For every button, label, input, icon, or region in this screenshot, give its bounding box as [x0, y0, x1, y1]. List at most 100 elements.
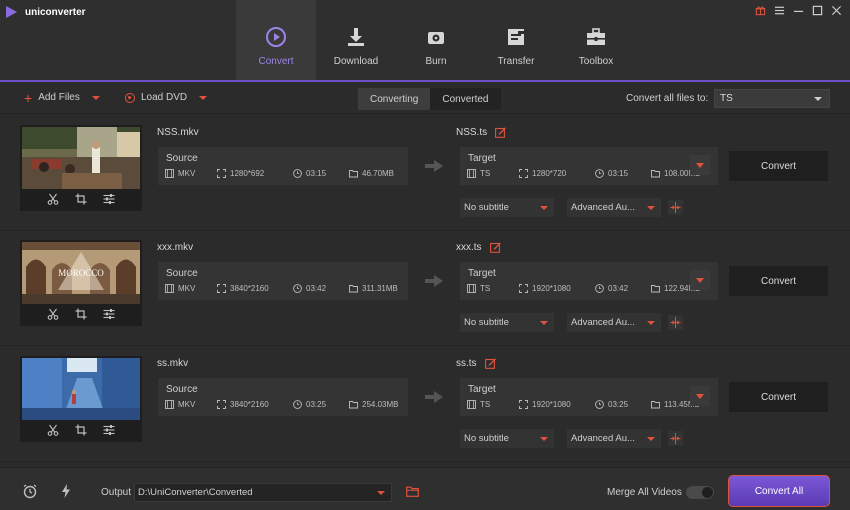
source-size: 46.70MB	[362, 169, 395, 178]
gift-icon[interactable]	[754, 4, 766, 16]
target-duration: 03:25	[608, 400, 629, 409]
chevron-down-icon	[647, 206, 655, 210]
clock-icon	[293, 400, 302, 409]
main-nav: Convert Download Burn Transfer Toolbox	[236, 0, 636, 80]
clock-icon	[595, 169, 604, 178]
subtitle-select[interactable]: No subtitle	[460, 313, 554, 332]
source-meta: MKV 1280*692 03:15 46.70MB	[165, 169, 408, 178]
alarm-clock-icon[interactable]	[22, 483, 38, 499]
audio-select[interactable]: Advanced Au...	[567, 429, 661, 448]
tab-convert-label: Convert	[258, 56, 294, 67]
output-format-select[interactable]: TS	[714, 89, 830, 108]
convert-all-button[interactable]: Convert All	[728, 475, 830, 507]
film-icon	[467, 169, 476, 178]
tab-burn[interactable]: Burn	[396, 0, 476, 80]
output-format-value: TS	[720, 93, 733, 104]
folder-icon	[651, 169, 660, 178]
scissors-icon[interactable]	[47, 308, 59, 320]
merge-all-videos-toggle[interactable]	[686, 486, 714, 499]
close-icon[interactable]	[830, 4, 842, 16]
tab-converting[interactable]: Converting	[358, 88, 431, 110]
resolution-icon	[519, 400, 528, 409]
source-format: MKV	[178, 169, 196, 178]
tab-converted[interactable]: Converted	[430, 88, 500, 110]
target-format-dropdown[interactable]	[690, 270, 710, 290]
chevron-down-icon[interactable]	[199, 95, 208, 100]
audio-select[interactable]: Advanced Au...	[567, 198, 661, 217]
audio-select[interactable]: Advanced Au...	[567, 313, 661, 332]
target-title: Target	[468, 384, 496, 395]
dvd-icon	[125, 92, 135, 103]
target-title: Target	[468, 268, 496, 279]
convert-button[interactable]: Convert	[729, 382, 828, 412]
tab-download[interactable]: Download	[316, 0, 396, 80]
crop-icon[interactable]	[75, 308, 87, 320]
chevron-down-icon	[814, 97, 822, 101]
target-format-dropdown[interactable]	[690, 386, 710, 406]
edit-icon[interactable]	[484, 358, 496, 369]
resolution-icon	[519, 169, 528, 178]
film-icon	[467, 284, 476, 293]
status-tabs: Converting Converted	[358, 88, 501, 110]
video-thumbnail[interactable]: MOROCCO	[22, 242, 140, 304]
source-resolution: 1280*692	[230, 169, 265, 178]
merge-icon[interactable]	[668, 431, 683, 446]
target-format-dropdown[interactable]	[690, 155, 710, 175]
resolution-icon	[217, 284, 226, 293]
target-meta: TS 1280*720 03:15 108.00MB	[467, 169, 714, 178]
source-size: 254.03MB	[362, 400, 399, 409]
tab-transfer[interactable]: Transfer	[476, 0, 556, 80]
subtitle-value: No subtitle	[464, 317, 509, 328]
subtitle-select[interactable]: No subtitle	[460, 198, 554, 217]
target-title: Target	[468, 153, 496, 164]
folder-icon[interactable]	[406, 486, 419, 497]
tab-download-label: Download	[333, 56, 379, 67]
maximize-icon[interactable]	[811, 4, 823, 16]
clock-icon	[595, 400, 604, 409]
output-path-select[interactable]: D:\UniConverter\Converted	[134, 483, 392, 502]
chevron-down-icon	[540, 321, 548, 325]
merge-icon[interactable]	[668, 315, 683, 330]
chevron-down-icon	[540, 206, 548, 210]
clock-icon	[293, 284, 302, 293]
resolution-icon	[519, 284, 528, 293]
load-dvd-button[interactable]: Load DVD	[125, 92, 208, 103]
folder-icon	[349, 169, 358, 178]
film-icon	[165, 169, 174, 178]
output-label: Output	[101, 487, 132, 498]
merge-icon[interactable]	[668, 200, 683, 215]
source-duration: 03:25	[306, 400, 327, 409]
chevron-down-icon[interactable]	[91, 95, 100, 100]
chevron-down-icon	[647, 437, 655, 441]
source-resolution: 3840*2160	[230, 400, 269, 409]
source-title: Source	[166, 153, 198, 164]
video-thumbnail[interactable]	[22, 127, 140, 189]
edit-icon[interactable]	[489, 242, 501, 253]
scissors-icon[interactable]	[47, 193, 59, 205]
subtitle-select[interactable]: No subtitle	[460, 429, 554, 448]
effects-sliders-icon[interactable]	[103, 308, 115, 320]
tab-convert[interactable]: Convert	[236, 0, 316, 80]
source-title: Source	[166, 384, 198, 395]
scissors-icon[interactable]	[47, 424, 59, 436]
convert-icon	[265, 26, 287, 48]
video-thumbnail[interactable]	[22, 358, 140, 420]
convert-button[interactable]: Convert	[729, 151, 828, 181]
chevron-down-icon	[540, 437, 548, 441]
convert-button[interactable]: Convert	[729, 266, 828, 296]
effects-sliders-icon[interactable]	[103, 424, 115, 436]
source-duration: 03:42	[306, 284, 327, 293]
tab-toolbox[interactable]: Toolbox	[556, 0, 636, 80]
menu-icon[interactable]	[773, 4, 785, 16]
edit-icon[interactable]	[495, 127, 506, 138]
video-thumbnail-panel: MOROCCO	[20, 240, 142, 326]
crop-icon[interactable]	[75, 193, 87, 205]
lightning-icon[interactable]	[58, 483, 74, 499]
add-files-button[interactable]: + Add Files	[24, 91, 100, 105]
folder-icon	[651, 284, 660, 293]
audio-value: Advanced Au...	[571, 433, 635, 444]
target-format: TS	[480, 169, 491, 178]
effects-sliders-icon[interactable]	[103, 193, 115, 205]
crop-icon[interactable]	[75, 424, 87, 436]
minimize-icon[interactable]	[792, 4, 804, 16]
